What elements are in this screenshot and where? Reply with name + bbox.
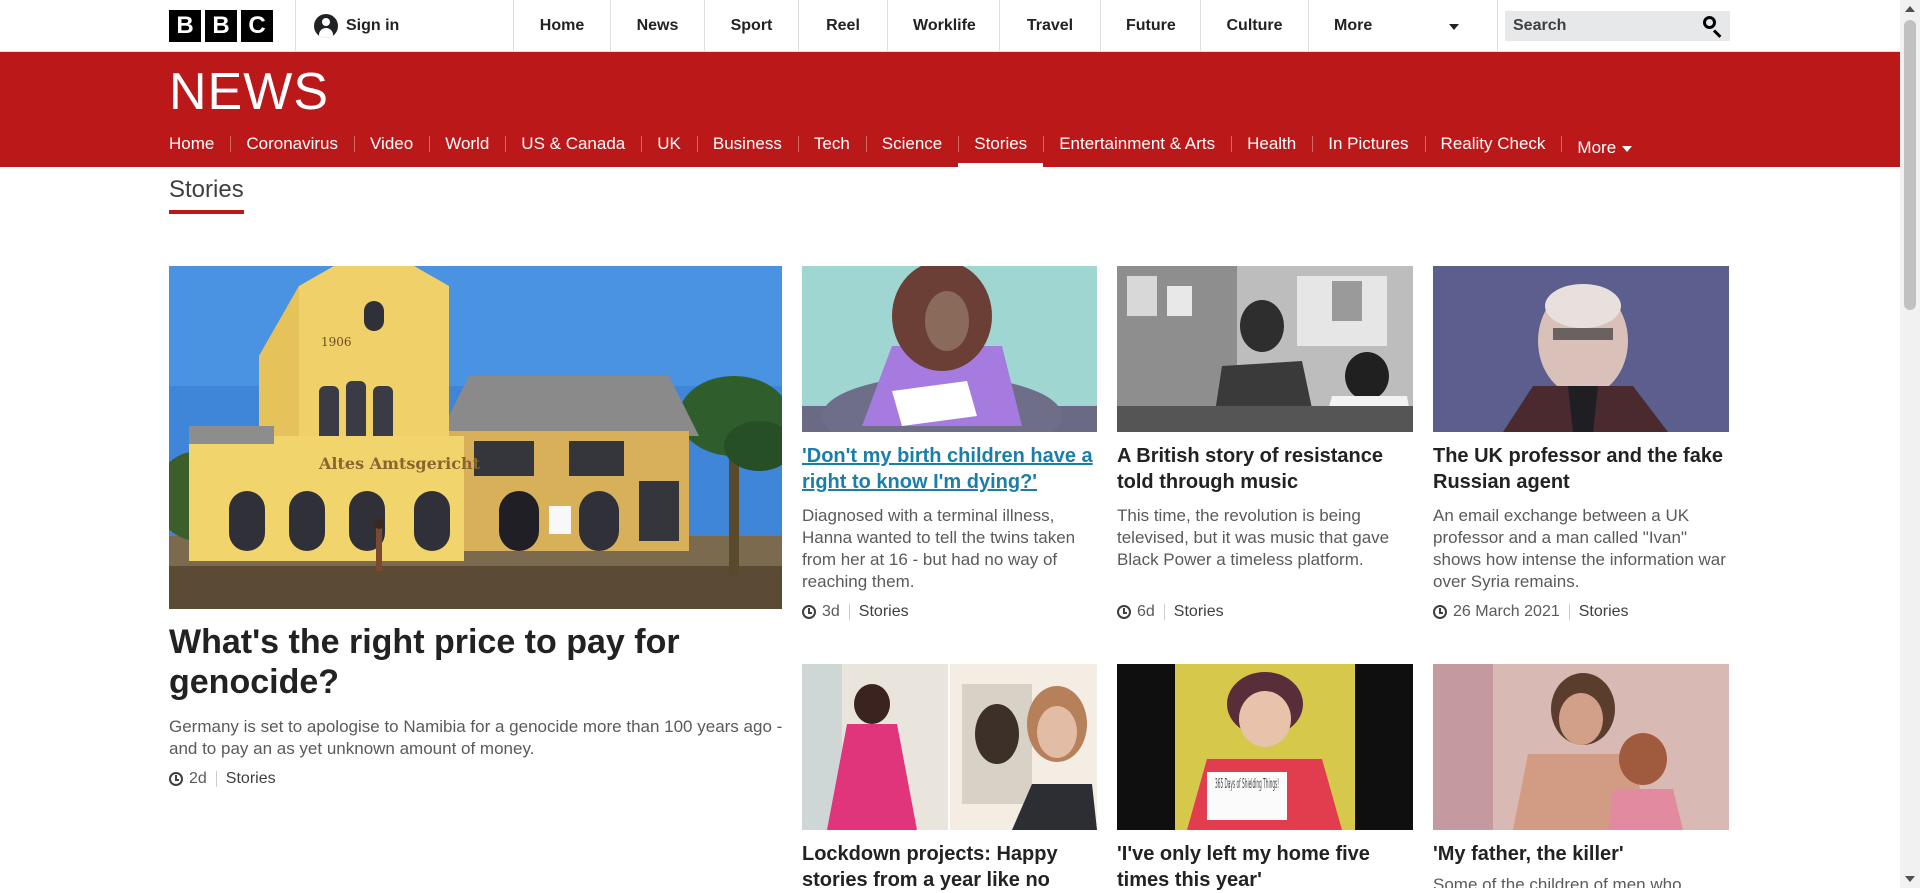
news-logo[interactable]: NEWS	[169, 60, 329, 124]
global-nav-worklife[interactable]: Worklife	[887, 0, 999, 51]
news-header: NEWS Home Coronavirus Video World US & C…	[0, 52, 1900, 167]
search-box	[1505, 11, 1730, 41]
story-6-headline[interactable]: 'My father, the killer'	[1433, 841, 1729, 867]
featured-time: 2d	[189, 770, 207, 787]
story-2-summary: This time, the revolution is being telev…	[1117, 506, 1390, 569]
news-nav-reality-check[interactable]: Reality Check	[1424, 129, 1562, 167]
featured-summary: Germany is set to apologise to Namibia f…	[169, 717, 783, 758]
search-input[interactable]	[1505, 11, 1701, 41]
global-nav-culture[interactable]: Culture	[1200, 0, 1308, 51]
featured-meta: 2d Stories	[169, 770, 276, 788]
global-nav-more[interactable]: More	[1308, 0, 1498, 51]
story-4-image[interactable]	[802, 664, 1097, 830]
story-2-image[interactable]	[1117, 266, 1413, 432]
story-2-headline[interactable]: A British story of resistance told throu…	[1117, 443, 1413, 495]
story-3-image[interactable]	[1433, 266, 1729, 432]
global-nav-home[interactable]: Home	[513, 0, 610, 51]
news-nav-stories[interactable]: Stories	[958, 129, 1044, 167]
story-3-meta: 26 March 2021 Stories	[1433, 603, 1629, 621]
divider	[295, 0, 296, 51]
bbc-logo[interactable]: B B C	[169, 10, 273, 42]
story-2-tag[interactable]: Stories	[1174, 603, 1224, 621]
story-1-summary: Diagnosed with a terminal illness, Hanna…	[802, 506, 1076, 591]
story-3-headline[interactable]: The UK professor and the fake Russian ag…	[1433, 443, 1729, 495]
news-nav: Home Coronavirus Video World US & Canada…	[153, 129, 1648, 167]
logo-letter-b2: B	[205, 10, 237, 42]
vertical-scrollbar[interactable]	[1900, 0, 1920, 888]
news-nav-uk[interactable]: UK	[641, 129, 697, 167]
news-nav-us-canada[interactable]: US & Canada	[505, 129, 641, 167]
story-6-summary: Some of the children of men who	[1433, 875, 1682, 888]
news-nav-entertainment-arts[interactable]: Entertainment & Arts	[1043, 129, 1231, 167]
page-title: Stories	[169, 176, 244, 214]
story-1-headline[interactable]: 'Don't my birth children have a right to…	[802, 443, 1097, 495]
story-6-image[interactable]	[1433, 664, 1729, 830]
featured-image-sign: Altes Amtsgericht	[318, 454, 481, 473]
story-3-summary: An email exchange between a UK professor…	[1433, 506, 1726, 591]
news-nav-science[interactable]: Science	[865, 129, 958, 167]
divider	[848, 604, 850, 620]
news-nav-tech[interactable]: Tech	[797, 129, 866, 167]
global-nav-travel[interactable]: Travel	[999, 0, 1100, 51]
global-header: B B C Sign in Home News Sport Reel Workl…	[0, 0, 1900, 52]
news-nav-more[interactable]: More	[1561, 129, 1648, 167]
story-5-headline[interactable]: 'I've only left my home five times this …	[1117, 841, 1413, 893]
scroll-down-arrow-icon[interactable]	[1905, 876, 1915, 882]
story-1-meta: 3d Stories	[802, 603, 909, 621]
news-nav-video[interactable]: Video	[354, 129, 429, 167]
news-nav-business[interactable]: Business	[696, 129, 798, 167]
clock-icon	[169, 772, 183, 786]
story-1-image[interactable]	[802, 266, 1097, 432]
story-1-time: 3d	[822, 603, 840, 620]
news-nav-home[interactable]: Home	[153, 129, 230, 167]
divider	[1568, 604, 1570, 620]
scroll-up-arrow-icon[interactable]	[1905, 6, 1915, 12]
sign-in-button[interactable]: Sign in	[314, 14, 399, 38]
global-nav-news[interactable]: News	[610, 0, 704, 51]
chevron-down-icon	[1449, 24, 1459, 30]
divider	[215, 771, 217, 787]
logo-letter-b1: B	[169, 10, 201, 42]
story-5-image-sign: 365 Days of Shielding Things!	[1215, 777, 1279, 792]
chevron-down-icon	[1622, 146, 1633, 152]
story-3-tag[interactable]: Stories	[1579, 603, 1629, 621]
story-2-meta: 6d Stories	[1117, 603, 1224, 621]
global-nav-future[interactable]: Future	[1100, 0, 1200, 51]
user-icon	[314, 14, 338, 38]
divider	[1163, 604, 1165, 620]
global-more-label: More	[1334, 17, 1373, 34]
logo-letter-c: C	[241, 10, 273, 42]
sign-in-label: Sign in	[346, 17, 400, 34]
clock-icon	[802, 605, 816, 619]
clock-icon	[1117, 605, 1131, 619]
news-nav-health[interactable]: Health	[1231, 129, 1312, 167]
news-more-label: More	[1577, 138, 1617, 157]
featured-headline[interactable]: What's the right price to pay for genoci…	[169, 622, 729, 702]
story-4-headline[interactable]: Lockdown projects: Happy stories from a …	[802, 841, 1097, 893]
story-3-time: 26 March 2021	[1453, 603, 1560, 620]
clock-icon	[1433, 605, 1447, 619]
featured-image-year: 1906	[321, 335, 352, 349]
story-1-tag[interactable]: Stories	[859, 603, 909, 621]
featured-image[interactable]: 1906 Altes Amtsgericht	[169, 266, 782, 609]
news-nav-world[interactable]: World	[429, 129, 505, 167]
scrollbar-thumb[interactable]	[1904, 20, 1916, 310]
story-5-image[interactable]: 365 Days of Shielding Things!	[1117, 664, 1413, 830]
global-nav: Home News Sport Reel Worklife Travel Fut…	[513, 0, 1498, 51]
global-nav-reel[interactable]: Reel	[798, 0, 887, 51]
news-nav-in-pictures[interactable]: In Pictures	[1312, 129, 1424, 167]
featured-tag[interactable]: Stories	[226, 770, 276, 788]
news-nav-coronavirus[interactable]: Coronavirus	[230, 129, 354, 167]
story-2-time: 6d	[1137, 603, 1155, 620]
global-nav-sport[interactable]: Sport	[704, 0, 798, 51]
search-icon[interactable]	[1702, 15, 1724, 38]
